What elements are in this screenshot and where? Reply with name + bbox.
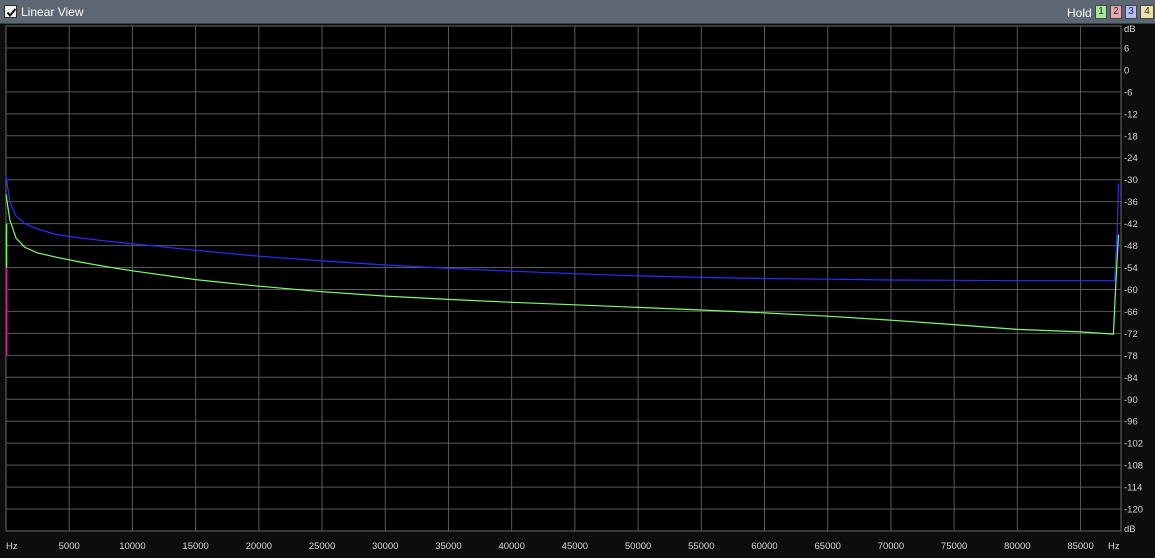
y-axis-bottom-label: dB — [1124, 524, 1136, 535]
channel-4-button[interactable]: 4 — [1140, 5, 1154, 19]
y-tick-label: 6 — [1124, 43, 1129, 54]
y-tick-label: -96 — [1124, 417, 1138, 428]
x-tick-label: 80000 — [1004, 541, 1030, 552]
y-tick-label: -60 — [1124, 285, 1138, 296]
y-tick-label: -90 — [1124, 395, 1138, 406]
x-tick-label: 30000 — [372, 541, 398, 552]
y-tick-label: -66 — [1124, 307, 1138, 318]
x-tick-label: 65000 — [815, 541, 841, 552]
checkmark-icon — [6, 8, 17, 18]
channel-2-button[interactable]: 2 — [1110, 5, 1122, 19]
y-tick-label: -120 — [1124, 505, 1143, 516]
x-tick-label: 75000 — [941, 541, 967, 552]
spectrum-chart: dB dB Hz Hz 5000 10000 15000 20000 25000 3000… — [0, 24, 1155, 558]
y-tick-label: -102 — [1124, 439, 1143, 450]
view-title: Linear View — [21, 5, 84, 19]
x-tick-label: 60000 — [751, 541, 777, 552]
y-tick-label: -30 — [1124, 175, 1138, 186]
y-tick-label: -114 — [1124, 483, 1142, 494]
y-tick-label: -48 — [1124, 241, 1138, 252]
x-tick-label: 5000 — [59, 541, 80, 552]
x-tick-label: 25000 — [309, 541, 335, 552]
y-axis-top-label: dB — [1124, 24, 1136, 35]
y-tick-label: -36 — [1124, 197, 1138, 208]
x-tick-label: 55000 — [688, 541, 714, 552]
x-tick-label: 85000 — [1067, 541, 1093, 552]
x-tick-label: 50000 — [625, 541, 651, 552]
x-axis-left-label: Hz — [6, 541, 18, 552]
y-tick-label: -84 — [1124, 373, 1138, 384]
y-tick-label: -42 — [1124, 219, 1138, 230]
x-tick-label: 20000 — [246, 541, 272, 552]
title-bar: Linear View Hold 1 2 3 4 — [0, 0, 1155, 24]
y-tick-label: -6 — [1124, 87, 1132, 98]
y-tick-label: -108 — [1124, 461, 1143, 472]
x-axis-right-label: Hz — [1108, 541, 1120, 552]
y-tick-label: -72 — [1124, 329, 1138, 340]
linear-view-checkbox[interactable] — [4, 5, 17, 18]
x-tick-label: 15000 — [182, 541, 208, 552]
hold-label: Hold — [1067, 6, 1092, 20]
y-tick-label: 0 — [1124, 65, 1129, 76]
x-tick-label: 10000 — [119, 541, 145, 552]
x-tick-label: 40000 — [498, 541, 524, 552]
x-tick-label: 45000 — [562, 541, 588, 552]
x-tick-label: 35000 — [435, 541, 461, 552]
channel-3-button[interactable]: 3 — [1125, 5, 1137, 19]
x-tick-label: 70000 — [878, 541, 904, 552]
y-tick-label: -54 — [1124, 263, 1138, 274]
y-tick-label: -24 — [1124, 153, 1138, 164]
y-tick-label: -78 — [1124, 351, 1138, 362]
y-tick-label: -12 — [1124, 109, 1138, 120]
y-tick-label: -18 — [1124, 131, 1138, 142]
channel-1-button[interactable]: 1 — [1095, 5, 1107, 19]
